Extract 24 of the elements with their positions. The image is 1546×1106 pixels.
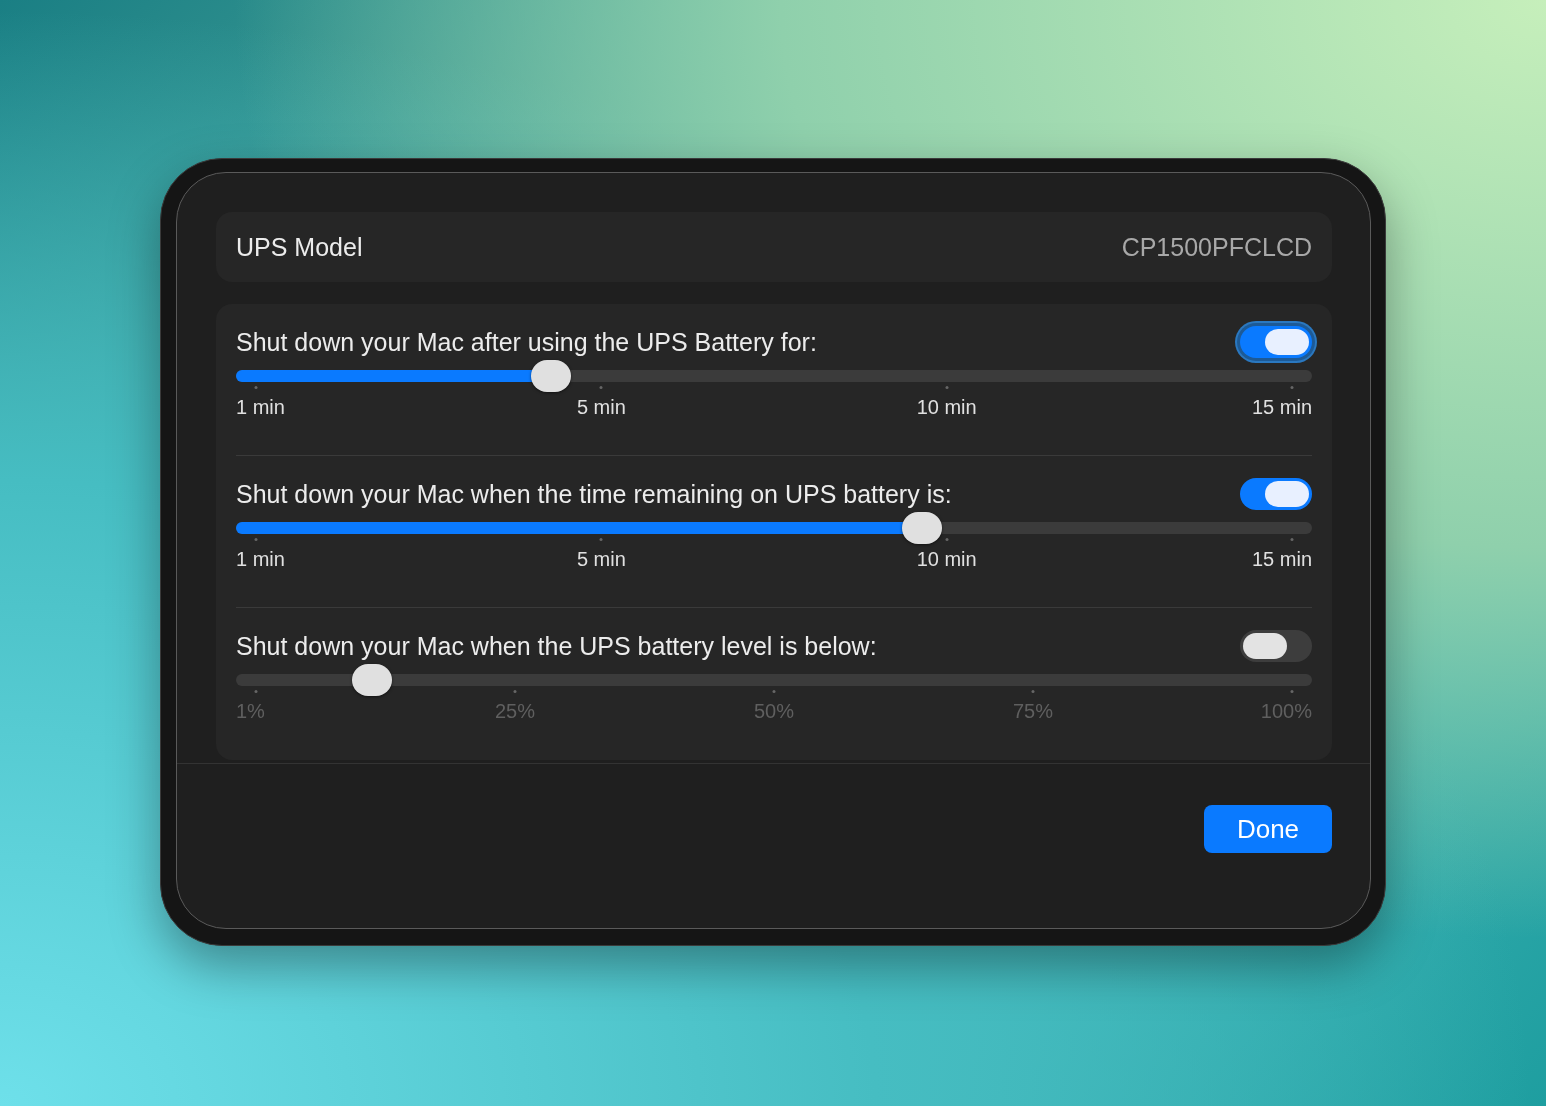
toggle-switch[interactable] [1240,478,1312,510]
setting-label: Shut down your Mac when the time remaining on UPS battery is: [236,479,952,509]
done-button[interactable]: Done [1204,805,1332,853]
slider-thumb[interactable] [902,512,943,544]
model-label: UPS Model [236,232,363,262]
tick-label: 15 min [1251,396,1312,419]
tick-label: 75% [1013,700,1053,723]
toggle-switch[interactable] [1240,630,1312,662]
tick-label: 1% [236,700,265,723]
tick-label: 1 min [236,396,285,419]
model-value: CP1500PFCLCD [1121,232,1312,262]
tick-label: 25% [495,700,535,723]
tick-label: 5 min [576,396,626,419]
tick-label: 50% [754,700,794,723]
tick-label: 1 min [236,548,285,571]
setting-label: Shut down your Mac after using the UPS Battery for: [236,327,817,357]
tick-label: 10 min [916,396,977,419]
tick-label: 10 min [916,548,977,571]
slider-thumb[interactable] [531,360,572,392]
slider-thumb[interactable] [351,664,392,696]
tick-label: 5 min [576,548,626,571]
tick-label: 100% [1260,700,1312,723]
tick-label: 15 min [1251,548,1312,571]
setting-label: Shut down your Mac when the UPS battery level is below: [236,631,877,661]
